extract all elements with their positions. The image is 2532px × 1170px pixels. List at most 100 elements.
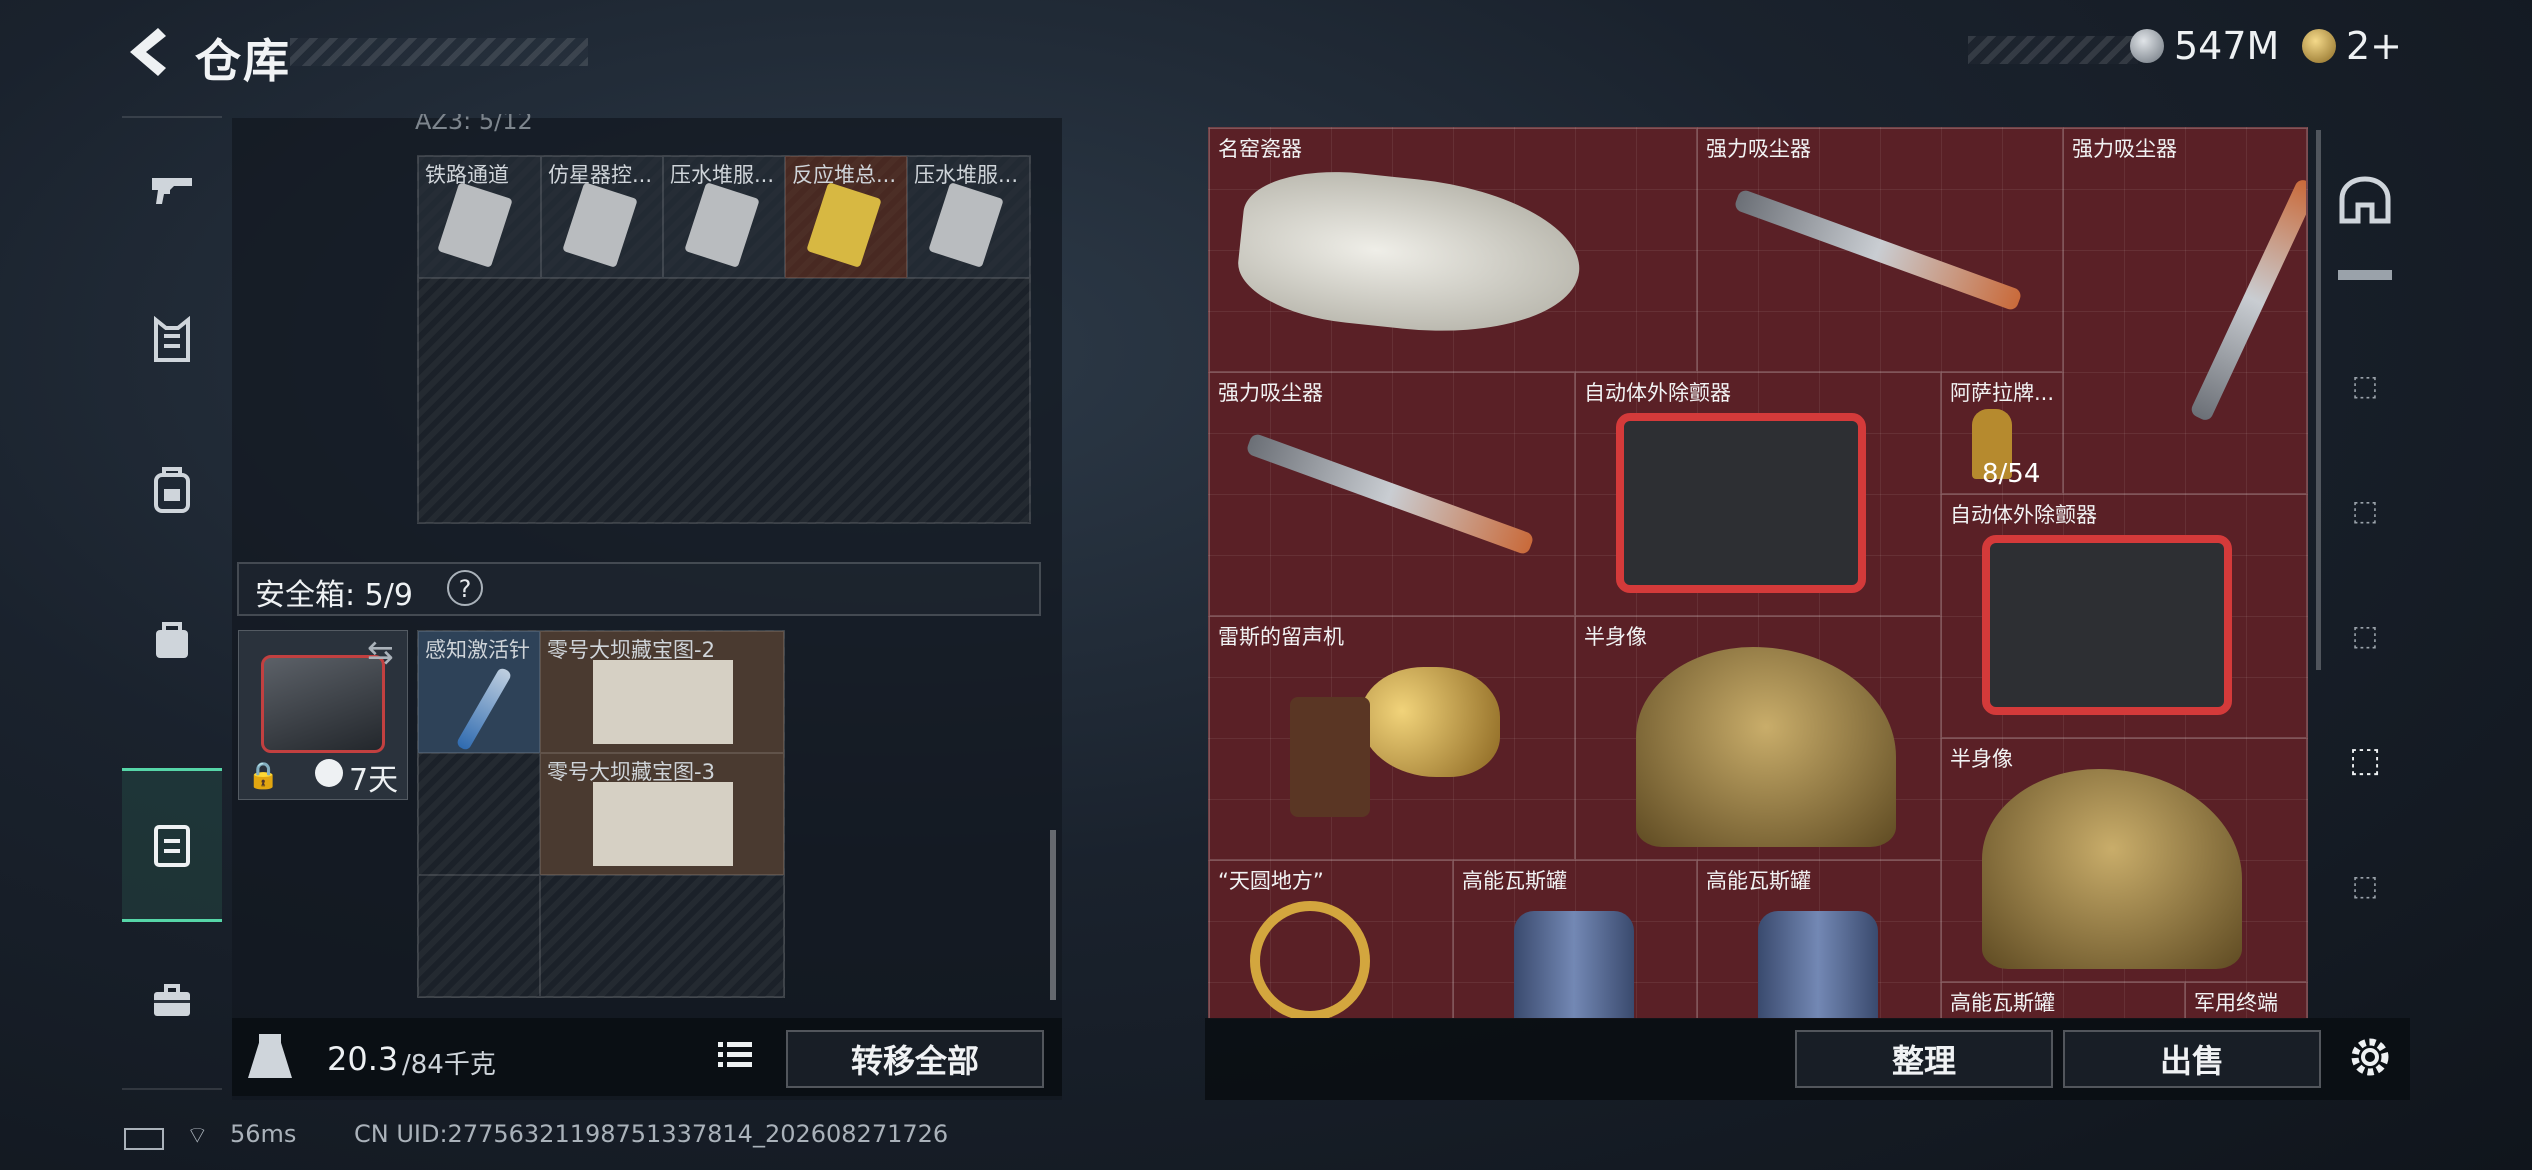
tab-storage-gti[interactable]: ⬚ [2330, 480, 2400, 540]
nav-safe-box[interactable] [122, 768, 222, 922]
back-arrow-icon[interactable] [118, 22, 178, 82]
scrollbar[interactable] [1050, 830, 1056, 1000]
inventory-footer: 20.3 /84千克 转移全部 [232, 1018, 1062, 1096]
list-item[interactable]: 阿萨拉牌... 8/54 [1941, 372, 2063, 494]
keycard-icon [684, 182, 760, 268]
sort-button[interactable]: 整理 [1795, 1030, 2053, 1088]
defibrillator-icon [1982, 535, 2232, 715]
list-item[interactable]: 雷斯的留声机 [1209, 616, 1575, 860]
gear-icon[interactable] [2345, 1032, 2395, 1082]
uid-text: CN UID:277563211987513378​14_20260827172… [354, 1120, 949, 1148]
swap-icon[interactable]: ⇆ [367, 633, 394, 671]
weight-max: /84千克 [402, 1050, 496, 1080]
list-item[interactable]: 压水堆服... [907, 156, 1030, 278]
list-item[interactable]: “天圆地方” [1209, 860, 1453, 1018]
nav-backpack[interactable] [122, 416, 222, 564]
nav-toolbox[interactable] [122, 926, 222, 1074]
list-item[interactable]: 仿星器控... [541, 156, 663, 278]
list-item[interactable]: 感知激活针 [418, 631, 540, 753]
list-item[interactable]: 铁路通道 [418, 156, 541, 278]
title-stripe [290, 38, 588, 66]
list-item[interactable]: 名窑瓷器 [1209, 128, 1697, 372]
list-item[interactable]: 半身像 [1575, 616, 1941, 860]
battery-icon [124, 1128, 164, 1150]
list-item[interactable]: 高能瓦斯罐 [1697, 860, 1941, 1018]
left-nav [122, 116, 222, 1091]
tab-storage-4[interactable]: ⬚ [2330, 605, 2400, 665]
tab-storage-6[interactable]: ⬚ [2330, 855, 2400, 915]
ticket-balance[interactable]: 2+ [2302, 24, 2402, 68]
list-item[interactable]: 自动体外除颤器 [1575, 372, 1941, 616]
warehouse-grid: 名窑瓷器 强力吸尘器 强力吸尘器 强力吸尘器 自动体外除颤器 阿萨拉牌... 8… [1208, 127, 2308, 1019]
list-item[interactable]: 零号大坝藏宝图-3 [540, 753, 784, 875]
gun-small-icon [2338, 270, 2392, 280]
list-item[interactable]: 高能瓦斯罐 [1453, 860, 1697, 1018]
vase-icon [1233, 161, 1587, 347]
gun-icon [152, 178, 192, 204]
safe-box-timer: 7天 [349, 763, 399, 798]
safe-box-grid: 感知激活针 零号大坝藏宝图-2 零号大坝藏宝图-3 [417, 630, 785, 998]
list-icon[interactable] [718, 1040, 752, 1070]
list-item[interactable]: 零号大坝藏宝图-2 [540, 631, 784, 753]
storage-icon: ⬚ [2351, 618, 2379, 652]
list-item[interactable]: 压水堆服... [663, 156, 785, 278]
transfer-all-button[interactable]: 转移全部 [786, 1030, 1044, 1088]
wifi-icon: ⌔ [186, 1121, 209, 1149]
toolbox-icon [154, 984, 190, 1016]
vest-icon [154, 316, 190, 362]
tab-weapons[interactable] [2330, 245, 2400, 305]
sell-button[interactable]: 出售 [2063, 1030, 2321, 1088]
nav-weapons[interactable] [122, 116, 222, 264]
list-item[interactable]: 强力吸尘器 [1209, 372, 1575, 616]
gramophone-base-icon [1290, 697, 1370, 817]
currency-balance[interactable]: 547M [2130, 24, 2279, 68]
vacuum-icon [2189, 177, 2306, 423]
container-grid: 铁路通道 仿星器控... 压水堆服... 反应堆总... 压水堆服... [417, 155, 1031, 524]
gas-canister-icon [1514, 911, 1634, 1018]
nav-armor[interactable] [122, 266, 222, 414]
keycard-icon [806, 182, 882, 268]
currency-stripe [1968, 36, 2138, 64]
lock-icon: 🔒 [247, 761, 280, 791]
safe-box-title: 安全箱: 5/9 [255, 578, 413, 613]
pouch-icon [156, 622, 188, 658]
map-icon [593, 782, 733, 866]
tab-storage-active[interactable]: ⬚ [2330, 730, 2400, 790]
injector-icon [455, 666, 513, 752]
safe-box-icon [154, 825, 190, 867]
list-item[interactable]: 高能瓦斯罐 [1941, 982, 2185, 1018]
list-item[interactable]: 反应堆总... [785, 156, 907, 278]
help-button[interactable]: ? [447, 570, 483, 606]
safe-box-slot[interactable]: ⇆ 🔒 7天 [238, 630, 408, 800]
ticket-icon [2302, 29, 2336, 63]
page-title: 仓库 [195, 34, 291, 88]
list-item[interactable]: 自动体外除颤器 [1941, 494, 2307, 738]
coin-icon [2130, 29, 2164, 63]
weight-current: 20.3 [327, 1040, 399, 1078]
ticket-amount: 2+ [2346, 24, 2403, 68]
nav-pouch[interactable] [122, 566, 222, 714]
tab-home[interactable] [2330, 170, 2400, 230]
stack-count: 8/54 [1982, 459, 2041, 489]
storage-icon: ⬚ [2351, 368, 2379, 402]
warehouse-tabs: ⬚ ⬚ ⬚ ⬚ ⬚ [2320, 140, 2410, 1010]
list-item[interactable]: 军用终端 [2185, 982, 2307, 1018]
list-item[interactable]: 强力吸尘器 [1697, 128, 2063, 372]
gas-canister-icon [1758, 911, 1878, 1018]
armillary-sphere-icon [1250, 901, 1370, 1018]
list-item[interactable]: 强力吸尘器 [2063, 128, 2307, 494]
map-icon [593, 660, 733, 744]
clock-icon [315, 759, 343, 787]
empty-slot[interactable] [418, 875, 540, 997]
empty-slot[interactable] [418, 753, 540, 875]
empty-slot[interactable] [540, 875, 784, 997]
tab-storage-5[interactable]: ⬚ [2330, 355, 2400, 415]
list-item[interactable]: 半身像 [1941, 738, 2307, 982]
keycard-icon [928, 182, 1004, 268]
empty-slot[interactable] [418, 278, 1030, 523]
ping-value: 56ms [230, 1120, 297, 1148]
helmet-icon [2339, 176, 2391, 224]
defibrillator-icon [1616, 413, 1866, 593]
warehouse-footer: 整理 出售 [1205, 1018, 2410, 1100]
storage-icon: ⬚ [2351, 493, 2379, 527]
